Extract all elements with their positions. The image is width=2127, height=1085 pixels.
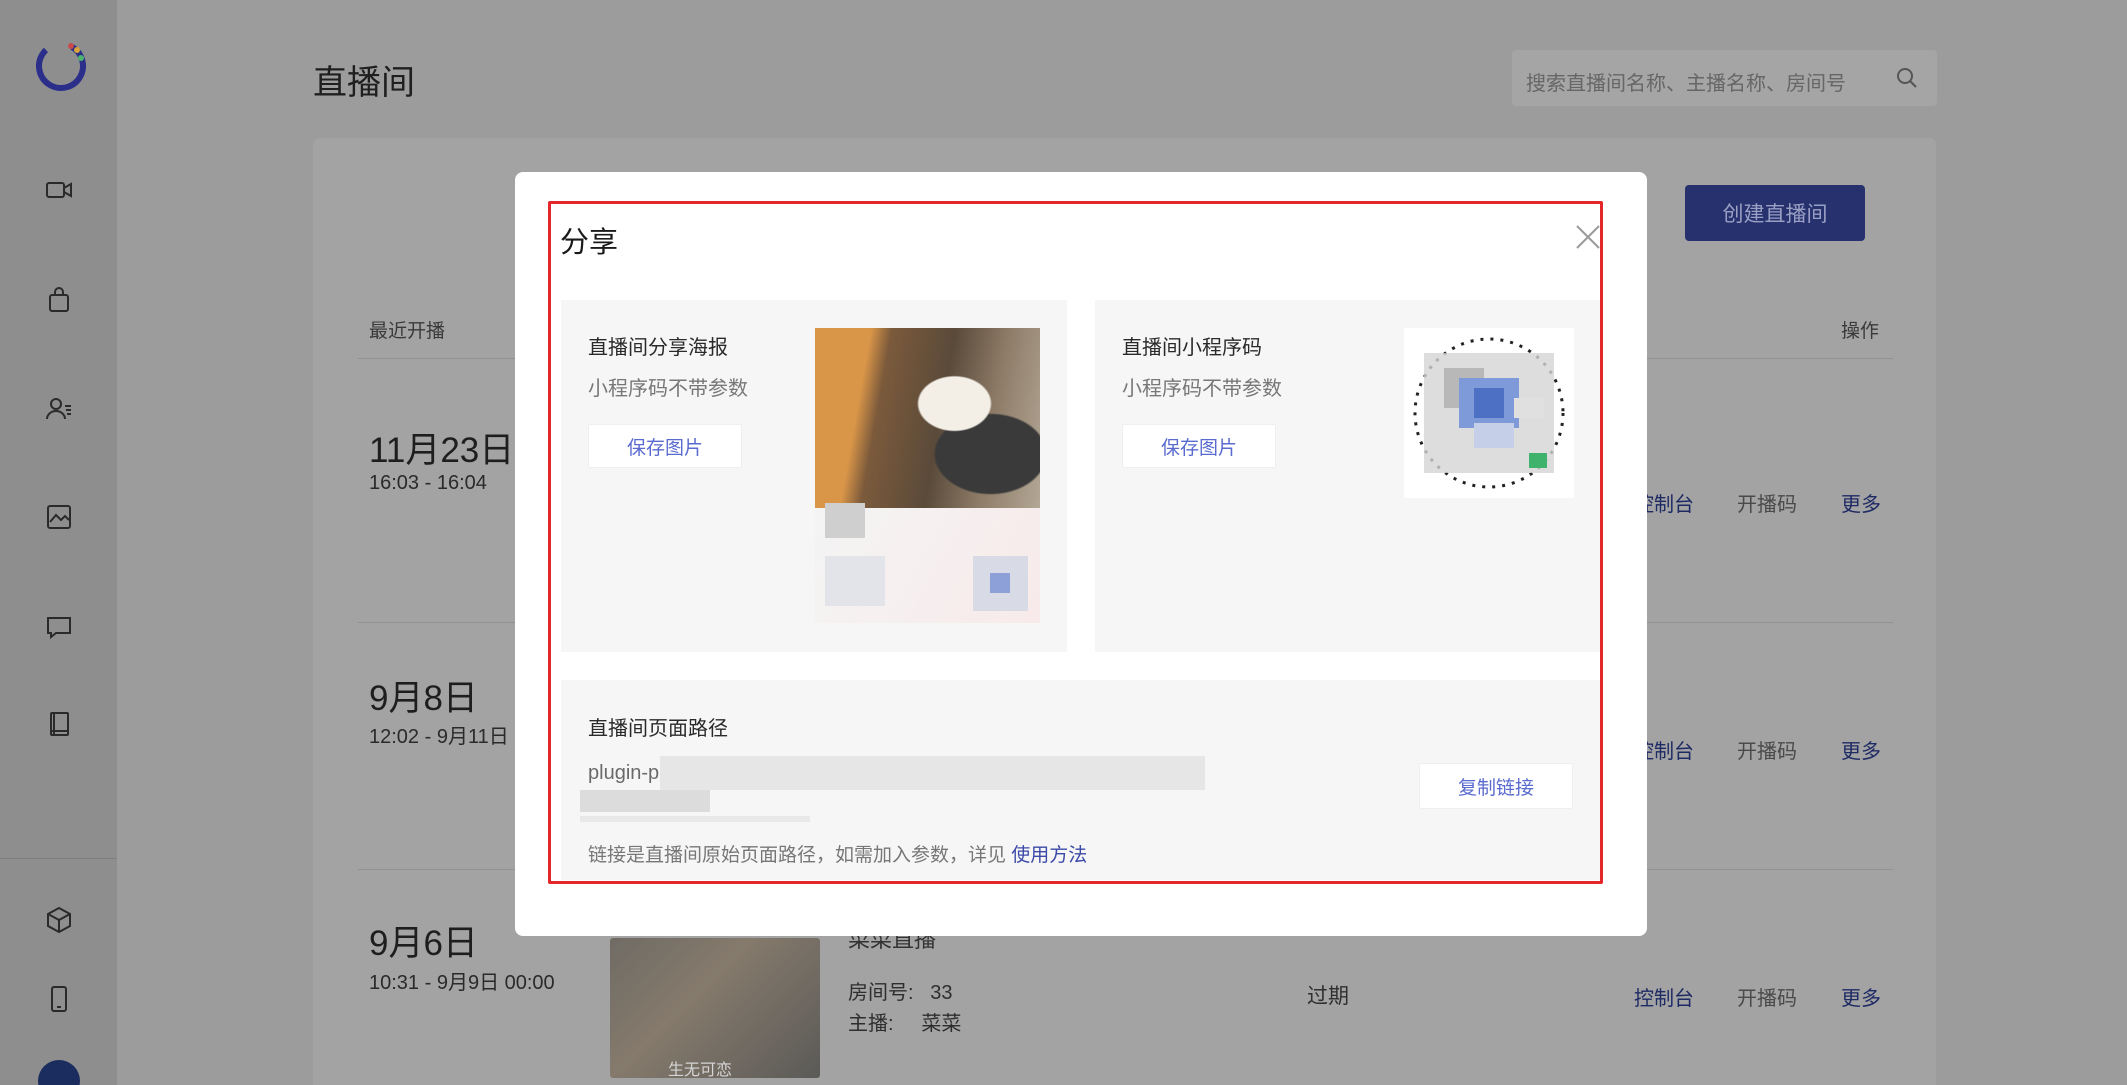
row-date: 9月8日 [369, 679, 478, 718]
image-icon[interactable] [42, 500, 76, 534]
more-link[interactable]: 更多 [1841, 488, 1881, 517]
chat-icon[interactable] [42, 610, 76, 644]
modal-title: 分享 [560, 227, 619, 259]
stream-code-link[interactable]: 开播码 [1737, 982, 1797, 1011]
user-list-icon[interactable] [42, 392, 76, 426]
save-poster-button[interactable]: 保存图片 [588, 424, 742, 468]
avatar[interactable] [38, 1060, 80, 1085]
poster-photo [815, 328, 1040, 508]
status-badge: 过期 [1307, 985, 1349, 1008]
poster-title: 直播间分享海报 [588, 337, 728, 359]
search-box[interactable]: 搜索直播间名称、主播名称、房间号 [1512, 50, 1937, 106]
blurred-block [825, 503, 865, 538]
room-host: 主播: 菜菜 [848, 1007, 961, 1036]
qrcode-title: 直播间小程序码 [1122, 337, 1262, 359]
page-title: 直播间 [313, 64, 415, 102]
sidebar [0, 0, 117, 1085]
thumbnail-caption: 生无可恋 [668, 1062, 733, 1079]
blurred-block [990, 573, 1010, 593]
video-icon[interactable] [42, 173, 76, 207]
row-date: 11月23日 [369, 431, 515, 470]
blurred-path [580, 790, 710, 812]
room-value: 33 [930, 982, 953, 1004]
usage-link[interactable]: 使用方法 [1011, 845, 1087, 866]
stream-code-link[interactable]: 开播码 [1737, 488, 1797, 517]
host-value: 菜菜 [921, 1013, 962, 1035]
blurred-path [660, 756, 1205, 790]
room-number: 房间号: 33 [848, 976, 952, 1005]
search-input[interactable]: 搜索直播间名称、主播名称、房间号 [1526, 67, 1846, 96]
bag-icon[interactable] [42, 283, 76, 317]
blurred-path [580, 816, 810, 822]
qrcode-subtitle: 小程序码不带参数 [1122, 378, 1282, 400]
poster-subtitle: 小程序码不带参数 [588, 378, 748, 400]
row-time: 16:03 - 16:04 [369, 472, 487, 494]
host-label: 主播: [848, 1013, 894, 1035]
book-icon[interactable] [42, 707, 76, 741]
more-link[interactable]: 更多 [1841, 735, 1881, 764]
note-text: 链接是直播间原始页面路径，如需加入参数，详见 [588, 845, 1012, 866]
save-qrcode-button[interactable]: 保存图片 [1122, 424, 1276, 468]
row-time: 12:02 - 9月11日 [369, 726, 509, 748]
close-icon[interactable] [1573, 222, 1603, 252]
sidebar-divider [0, 858, 117, 859]
console-link[interactable]: 控制台 [1634, 982, 1694, 1011]
row-date: 9月6日 [369, 924, 478, 963]
app-logo[interactable] [33, 38, 89, 94]
path-value: plugin-p [588, 762, 660, 784]
blurred-block [825, 556, 885, 606]
search-icon[interactable] [1895, 66, 1919, 90]
poster-image [815, 328, 1040, 623]
cube-icon[interactable] [42, 903, 76, 937]
col-recent: 最近开播 [369, 321, 446, 342]
col-actions: 操作 [1841, 321, 1880, 342]
path-title: 直播间页面路径 [588, 718, 728, 740]
room-label: 房间号: [848, 982, 914, 1004]
mini-program-code [1404, 328, 1574, 498]
create-room-button[interactable]: 创建直播间 [1685, 185, 1865, 241]
phone-icon[interactable] [42, 982, 76, 1016]
more-link[interactable]: 更多 [1841, 982, 1881, 1011]
path-note: 链接是直播间原始页面路径，如需加入参数，详见 使用方法 [588, 840, 1087, 867]
row-time: 10:31 - 9月9日 00:00 [369, 972, 555, 994]
stream-code-link[interactable]: 开播码 [1737, 735, 1797, 764]
copy-link-button[interactable]: 复制链接 [1419, 763, 1573, 809]
